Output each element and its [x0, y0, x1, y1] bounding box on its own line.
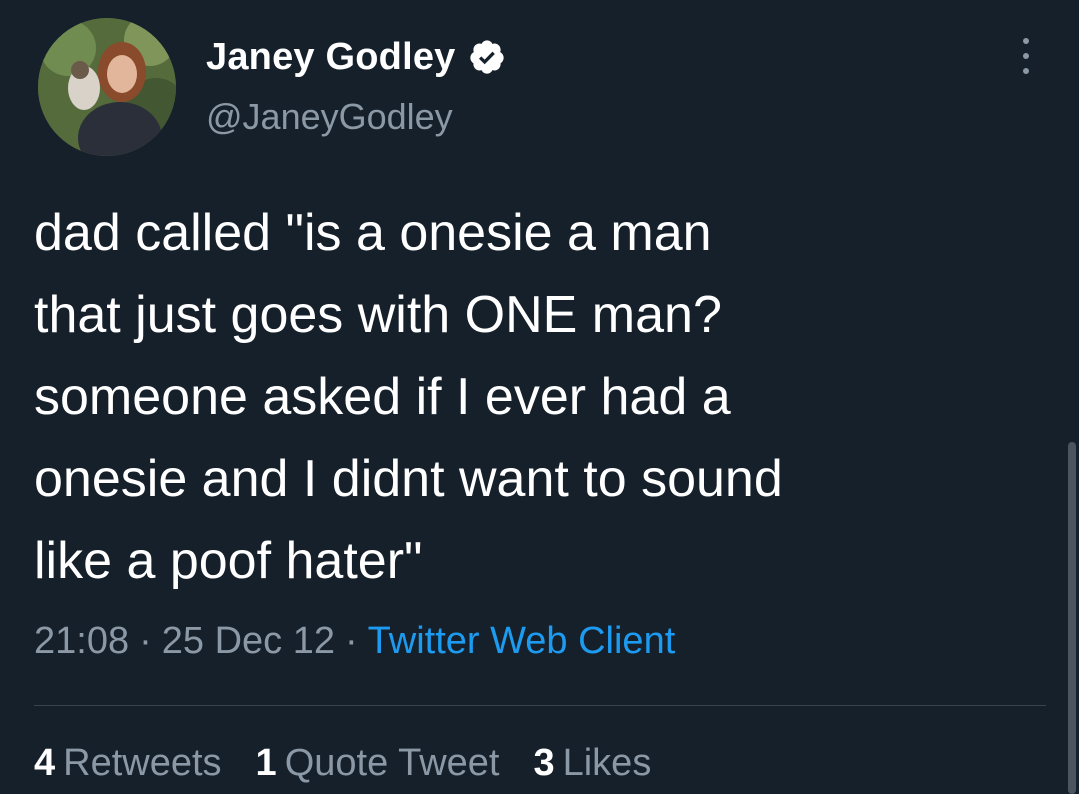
- avatar[interactable]: [38, 18, 176, 156]
- meta-separator: ·: [139, 620, 152, 662]
- meta-separator: ·: [344, 620, 358, 662]
- tweet-source-link[interactable]: Twitter Web Client: [368, 620, 676, 662]
- retweets-label: Retweets: [63, 742, 222, 784]
- more-options-icon[interactable]: [1012, 36, 1040, 76]
- scrollbar[interactable]: [1068, 442, 1076, 794]
- tweet-date[interactable]: 25 Dec 12: [162, 620, 335, 662]
- quote-tweets-stat[interactable]: 1 Quote Tweet: [256, 742, 500, 785]
- verified-badge-icon: [468, 38, 506, 76]
- author-display-name[interactable]: Janey Godley: [206, 36, 456, 79]
- likes-count: 3: [533, 742, 555, 784]
- more-dot: [1023, 38, 1029, 44]
- quote-tweets-label: Quote Tweet: [284, 742, 500, 784]
- tweet-text: dad called "is a onesie a man that just …: [34, 204, 783, 590]
- more-dot: [1023, 53, 1029, 59]
- likes-label: Likes: [562, 742, 652, 784]
- tweet-metadata: 21:08 · 25 Dec 12 · Twitter Web Client: [34, 620, 675, 663]
- author-name-row: Janey Godley: [206, 32, 506, 82]
- likes-stat[interactable]: 3 Likes: [533, 742, 651, 785]
- more-dot: [1023, 68, 1029, 74]
- quote-tweets-count: 1: [255, 742, 277, 784]
- tweet-stats: 4 Retweets 1 Quote Tweet 3 Likes: [34, 742, 685, 785]
- avatar-image: [38, 18, 176, 156]
- author-handle[interactable]: @JaneyGodley: [206, 96, 453, 138]
- tweet-detail: Janey Godley @JaneyGodley dad called "is…: [0, 0, 1079, 794]
- divider: [34, 705, 1046, 706]
- retweets-stat[interactable]: 4 Retweets: [34, 742, 222, 785]
- tweet-time[interactable]: 21:08: [34, 620, 129, 662]
- retweets-count: 4: [34, 742, 56, 784]
